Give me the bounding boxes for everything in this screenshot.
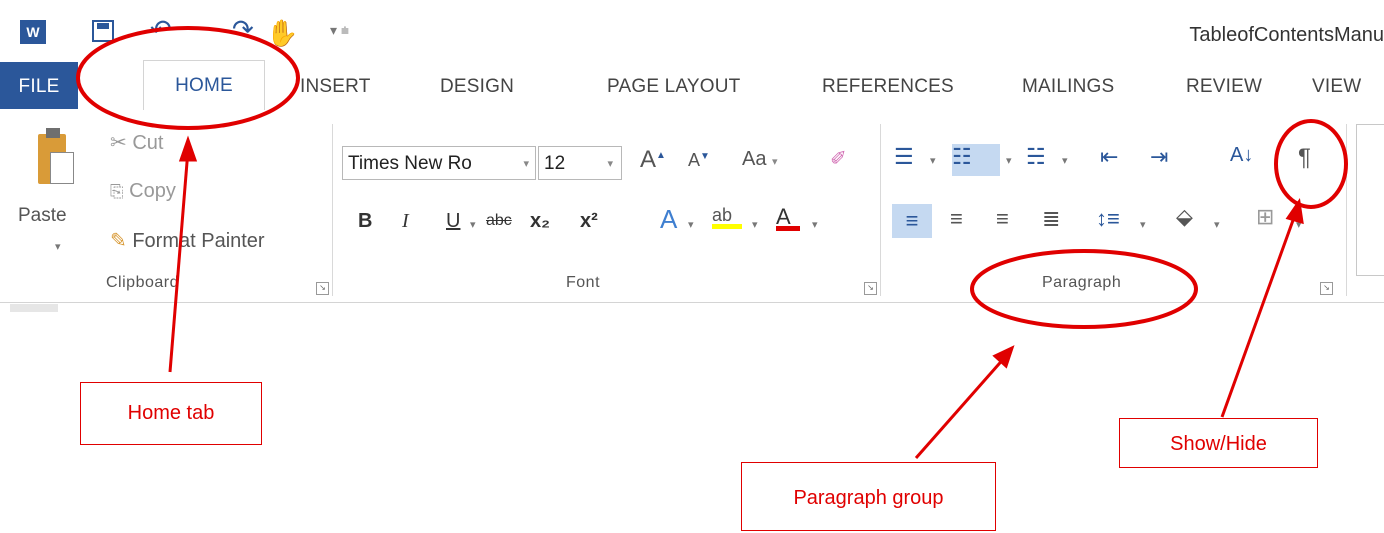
copy-button[interactable]: ⎘ Copy [110, 180, 176, 203]
chevron-down-icon[interactable]: ▾ [752, 218, 758, 231]
chevron-down-icon[interactable]: ▾ [1140, 218, 1146, 231]
font-dialog-launcher-icon[interactable]: ↘ [864, 282, 877, 295]
chevron-down-icon[interactable]: ▾ [1296, 218, 1302, 231]
align-left-icon[interactable]: ≡ [892, 204, 932, 238]
chevron-down-icon[interactable]: ▾ [688, 218, 694, 231]
align-center-icon[interactable]: ≡ [950, 206, 963, 232]
subscript-button[interactable]: x₂ [530, 210, 550, 233]
align-right-icon[interactable]: ≡ [996, 206, 1009, 232]
shrink-font-icon[interactable]: A▼ [688, 150, 710, 171]
format-painter-icon: ✎ [110, 230, 127, 252]
format-painter-button[interactable]: ✎ Format Painter [110, 228, 265, 253]
document-ruler [10, 304, 58, 312]
chevron-down-icon[interactable]: ▾ [1062, 154, 1068, 167]
decrease-indent-icon[interactable]: ⇤ [1100, 144, 1118, 170]
justify-icon[interactable]: ≣ [1042, 206, 1060, 232]
paste-button[interactable]: Paste [18, 205, 67, 227]
tab-mailings[interactable]: MAILINGS [1022, 62, 1114, 109]
paragraph-group-arrowhead [992, 345, 1015, 369]
text-highlight-icon[interactable]: ab [712, 204, 742, 229]
bullets-icon[interactable]: ☰ [894, 144, 914, 170]
document-title: TableofContentsManu [1189, 24, 1384, 46]
redo-icon[interactable]: ↷ [232, 14, 254, 45]
tab-insert[interactable]: INSERT [300, 62, 371, 109]
strikethrough-button[interactable]: abc [486, 212, 512, 230]
tab-references[interactable]: REFERENCES [822, 62, 954, 109]
paragraph-group-label: Paragraph [1042, 274, 1122, 291]
numbering-icon[interactable]: ☷ [952, 144, 1000, 176]
shading-icon[interactable]: ⬙ [1176, 204, 1193, 230]
chevron-down-icon: ▾ [772, 156, 778, 168]
grow-font-icon[interactable]: A▲ [640, 146, 666, 174]
group-separator [880, 124, 881, 296]
bold-button[interactable]: B [358, 210, 372, 233]
copy-label: Copy [129, 180, 176, 202]
undo-icon[interactable]: ↶ [150, 14, 172, 45]
tab-file[interactable]: FILE [0, 62, 78, 109]
clipboard-group-label: Clipboard [106, 274, 179, 291]
tab-view[interactable]: VIEW [1312, 62, 1361, 109]
clear-formatting-icon[interactable]: ✐ [830, 146, 847, 171]
cut-button[interactable]: ✂ Cut [110, 130, 163, 155]
superscript-button[interactable]: x² [580, 210, 598, 233]
paste-icon[interactable] [38, 128, 74, 186]
text-effects-icon[interactable]: A [660, 204, 677, 235]
underline-dropdown-icon[interactable]: ▾ [470, 218, 476, 231]
increase-indent-icon[interactable]: ⇥ [1150, 144, 1168, 170]
chevron-down-icon[interactable]: ▾ [930, 154, 936, 167]
paragraph-group-callout: Paragraph group [741, 462, 996, 531]
title-bar: W ↶ ↷ ✋ ▾ ⩧ TableofContentsManu [0, 0, 1384, 62]
chevron-down-icon[interactable]: ▾ [1214, 218, 1220, 231]
font-name-combo[interactable]: Times New Ro ▾ [342, 146, 536, 180]
paste-dropdown-icon[interactable]: ▾ [55, 240, 61, 253]
chevron-down-icon: ▾ [607, 158, 613, 170]
format-painter-label: Format Painter [132, 230, 265, 252]
multilevel-list-icon[interactable]: ☵ [1026, 144, 1046, 170]
paragraph-dialog-launcher-icon[interactable]: ↘ [1320, 282, 1333, 295]
font-group-label: Font [566, 274, 601, 291]
styles-gallery[interactable] [1356, 124, 1384, 276]
paragraph-group-arrow [914, 355, 1008, 459]
sort-icon[interactable]: A↓ [1230, 144, 1253, 167]
tab-design[interactable]: DESIGN [440, 62, 514, 109]
tab-page-layout[interactable]: PAGE LAYOUT [607, 62, 740, 109]
clipboard-dialog-launcher-icon[interactable]: ↘ [316, 282, 329, 295]
group-separator [332, 124, 333, 296]
change-case-label: Aa [742, 148, 767, 170]
chevron-down-icon[interactable]: ▾ [812, 218, 818, 231]
change-case-button[interactable]: Aa ▾ [742, 148, 778, 171]
cut-label: Cut [132, 132, 164, 154]
customize-qat-icon[interactable]: ▾ ⩧ [330, 22, 349, 39]
font-color-icon[interactable]: A [776, 204, 800, 231]
borders-icon[interactable]: ⊞ [1256, 204, 1274, 230]
touch-mode-icon[interactable]: ✋ [266, 18, 298, 49]
tab-home[interactable]: HOME [143, 60, 265, 112]
save-icon[interactable] [92, 20, 114, 42]
copy-icon: ⎘ [110, 182, 124, 201]
show-hide-button[interactable]: ¶ [1298, 144, 1311, 172]
cut-icon: ✂ [110, 132, 127, 154]
group-separator [1346, 124, 1347, 296]
tab-review[interactable]: REVIEW [1186, 62, 1262, 109]
home-tab-callout: Home tab [80, 382, 262, 445]
show-hide-callout: Show/Hide [1119, 418, 1318, 468]
line-spacing-icon[interactable]: ↕≡ [1096, 206, 1120, 232]
chevron-down-icon[interactable]: ▾ [1006, 154, 1012, 167]
font-size-combo[interactable]: 12 ▾ [538, 146, 622, 180]
font-name-value: Times New Ro [348, 153, 472, 174]
chevron-down-icon: ▾ [523, 158, 529, 170]
underline-button[interactable]: U [446, 210, 460, 233]
italic-button[interactable]: I [402, 210, 409, 233]
font-size-value: 12 [544, 153, 566, 174]
word-app-icon[interactable]: W [20, 20, 46, 44]
